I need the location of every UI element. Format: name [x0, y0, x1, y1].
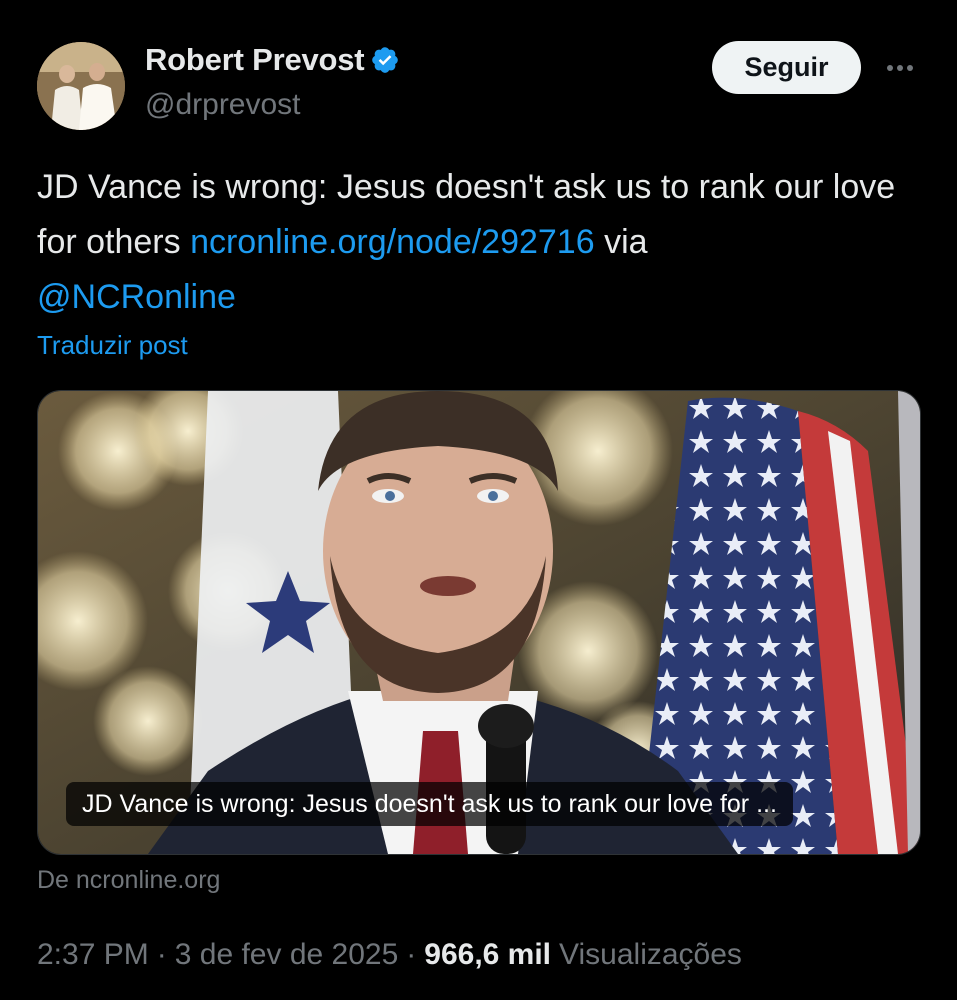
card-source[interactable]: De ncronline.org [37, 866, 220, 895]
card-title-overlay: JD Vance is wrong: Jesus doesn't ask us … [66, 782, 793, 826]
link-preview-card[interactable]: JD Vance is wrong: Jesus doesn't ask us … [37, 390, 921, 855]
author-display-name[interactable]: Robert Prevost [145, 42, 365, 78]
meta-separator: · [406, 938, 417, 971]
verified-badge-icon[interactable] [370, 45, 400, 75]
post-mention[interactable]: @NCRonline [37, 278, 236, 316]
avatar[interactable] [37, 42, 125, 130]
author-handle[interactable]: @drprevost [145, 88, 301, 122]
avatar-image [37, 42, 125, 130]
post-text: JD Vance is wrong: Jesus doesn't ask us … [37, 160, 927, 325]
translate-post-link[interactable]: Traduzir post [37, 330, 188, 361]
follow-button[interactable]: Seguir [712, 41, 861, 94]
views-label: Visualizações [559, 938, 742, 971]
meta-separator: · [156, 938, 167, 971]
views-count[interactable]: 966,6 mil [424, 938, 551, 972]
post-link[interactable]: ncronline.org/node/292716 [190, 223, 595, 261]
post-date[interactable]: 3 de fev de 2025 [175, 938, 399, 972]
post-meta: 2:37 PM · 3 de fev de 2025 · 966,6 mil V… [37, 938, 742, 972]
author-name-row: Robert Prevost [145, 42, 400, 78]
post-text-via: via [594, 223, 648, 261]
more-horizontal-icon[interactable] [882, 50, 918, 86]
post-time[interactable]: 2:37 PM [37, 938, 149, 972]
